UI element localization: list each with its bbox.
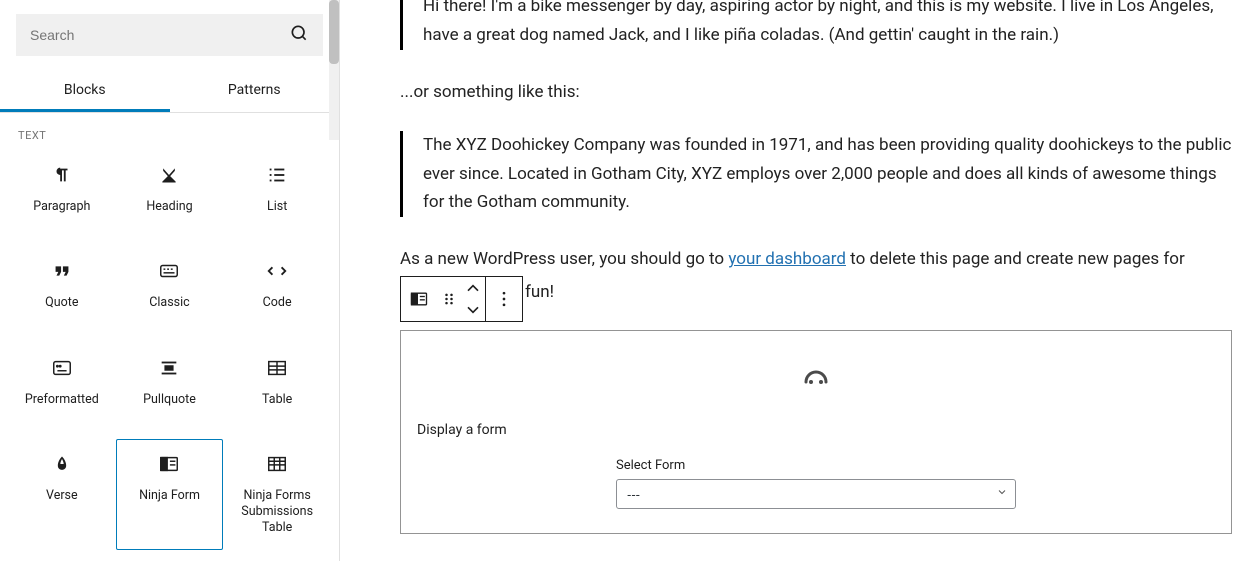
select-form-label: Select Form (616, 458, 1016, 473)
paragraph-post: to delete this page and create new pages… (846, 249, 1185, 269)
heading-icon (157, 163, 181, 187)
block-code[interactable]: Code (223, 246, 331, 324)
submissions-table-icon (265, 452, 289, 476)
block-inserter-panel: Blocks Patterns TEXT Paragraph Heading L… (0, 0, 340, 561)
toolbar-move-buttons[interactable] (461, 277, 485, 321)
block-label: Quote (45, 295, 78, 311)
block-label: Table (262, 392, 292, 408)
block-classic[interactable]: Classic (116, 246, 224, 324)
verse-icon (50, 452, 74, 476)
block-heading[interactable]: Heading (116, 150, 224, 228)
quote-text: The XYZ Doohickey Company was founded in… (423, 135, 1231, 213)
block-label: Verse (46, 488, 78, 504)
paragraph-dashboard[interactable]: As a new WordPress user, you should go t… (400, 245, 1232, 274)
sidebar-scroll-thumb[interactable] (329, 0, 339, 64)
preformatted-icon (50, 356, 74, 380)
quote-block-1[interactable]: Hi there! I'm a bike messenger by day, a… (400, 0, 1232, 50)
block-label: Code (263, 295, 292, 311)
paragraph-pre: As a new WordPress user, you should go t… (400, 249, 728, 269)
list-icon (265, 163, 289, 187)
block-verse[interactable]: Verse (8, 439, 116, 550)
block-quote[interactable]: Quote (8, 246, 116, 324)
block-ninja-forms-submissions-table[interactable]: Ninja Forms Submissions Table (223, 439, 331, 550)
classic-icon (157, 259, 181, 283)
dashboard-link[interactable]: your dashboard (728, 249, 846, 269)
search-box[interactable] (16, 14, 323, 56)
ninja-form-block-placeholder[interactable]: Display a form Select Form --- (400, 330, 1232, 534)
block-label: Heading (146, 199, 192, 215)
block-label: Pullquote (143, 392, 196, 408)
paragraph-icon (50, 163, 74, 187)
quote-text: Hi there! I'm a bike messenger by day, a… (423, 0, 1213, 45)
block-table[interactable]: Table (223, 343, 331, 421)
toolbar-drag-handle[interactable] (437, 277, 461, 321)
block-grid: Paragraph Heading List Quote (0, 150, 339, 561)
paragraph-tail: fun! (525, 278, 554, 307)
search-wrap (0, 0, 339, 70)
form-block-title: Display a form (417, 422, 1215, 438)
code-icon (265, 259, 289, 283)
block-pullquote[interactable]: Pullquote (116, 343, 224, 421)
tab-blocks[interactable]: Blocks (0, 70, 170, 112)
inserter-tabs: Blocks Patterns (0, 70, 339, 113)
quote-icon (50, 259, 74, 283)
paragraph-text: ...or something like this: (400, 82, 580, 102)
block-preformatted[interactable]: Preformatted (8, 343, 116, 421)
block-label: Ninja Form (139, 488, 200, 504)
block-toolbar (400, 276, 523, 322)
block-label: List (267, 199, 287, 215)
section-label-text: TEXT (0, 113, 339, 150)
search-icon (289, 23, 309, 47)
select-form-dropdown[interactable]: --- (616, 479, 1016, 509)
ninja-logo-icon (417, 367, 1215, 392)
block-label: Preformatted (25, 392, 99, 408)
block-ninja-form[interactable]: Ninja Form (116, 439, 224, 550)
block-list[interactable]: List (223, 150, 331, 228)
form-icon (157, 452, 181, 476)
search-input[interactable] (30, 27, 289, 43)
paragraph-or-line[interactable]: ...or something like this: (400, 78, 1232, 107)
tab-patterns[interactable]: Patterns (170, 70, 340, 112)
block-label: Paragraph (33, 199, 90, 215)
table-icon (265, 356, 289, 380)
pullquote-icon (157, 356, 181, 380)
toolbar-more-button[interactable] (486, 277, 522, 321)
block-label: Classic (149, 295, 189, 311)
block-paragraph[interactable]: Paragraph (8, 150, 116, 228)
toolbar-block-type-button[interactable] (401, 277, 437, 321)
editor-canvas: Hi there! I'm a bike messenger by day, a… (340, 0, 1252, 561)
quote-block-2[interactable]: The XYZ Doohickey Company was founded in… (400, 131, 1232, 218)
block-label: Ninja Forms Submissions Table (228, 488, 326, 537)
